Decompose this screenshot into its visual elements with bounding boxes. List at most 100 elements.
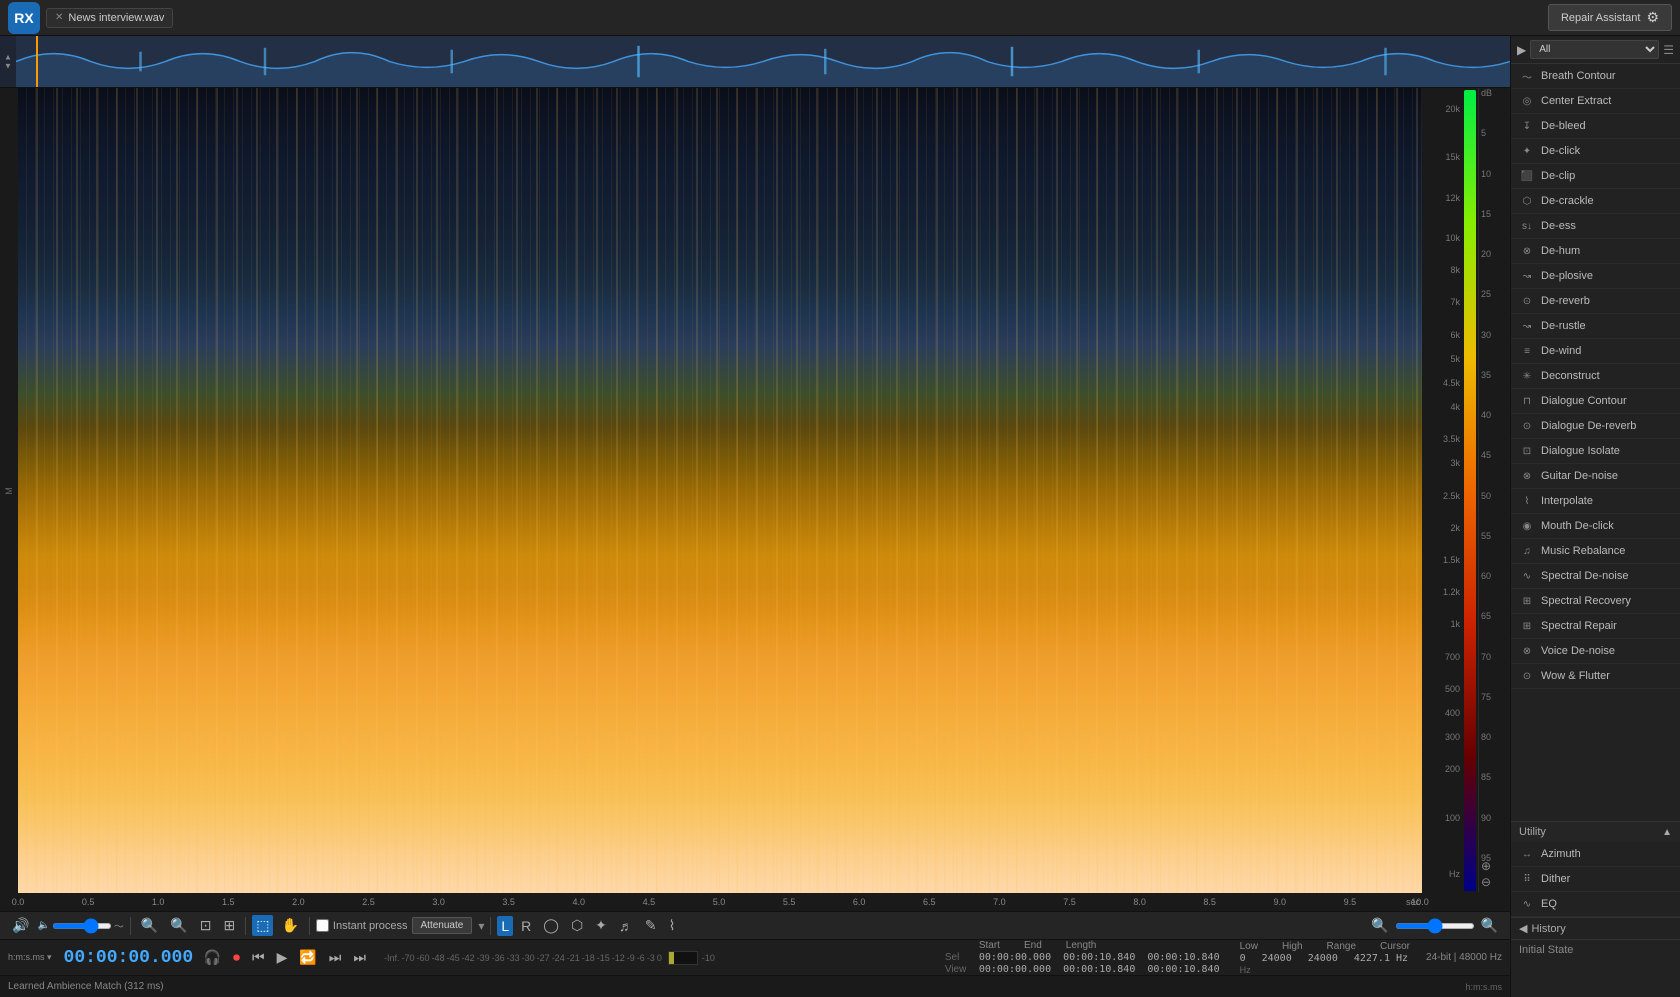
module-item-mouth-de-click[interactable]: ◉ Mouth De-click (1511, 514, 1680, 539)
panel-menu-icon[interactable]: ☰ (1663, 43, 1674, 57)
attenuate-button[interactable]: Attenuate (412, 917, 473, 934)
range-value: 24000 (1308, 953, 1338, 964)
volume-slider[interactable] (52, 923, 112, 929)
zoom-out-icon[interactable]: ⊖ (1481, 875, 1491, 889)
low-header: Low (1240, 941, 1258, 952)
go-to-start-button[interactable]: ⏮ (250, 947, 267, 968)
db-label-75: 75 (1481, 692, 1491, 702)
monitor-button[interactable]: 🔊 (8, 915, 33, 936)
pencil-tool-button[interactable]: ✎ (641, 915, 661, 936)
db-label-80: 80 (1481, 732, 1491, 742)
heal-button[interactable]: ⌇ (665, 915, 680, 936)
module-item-center-extract[interactable]: ◎ Center Extract (1511, 89, 1680, 114)
module-item-guitar-de-noise[interactable]: ⊗ Guitar De-noise (1511, 464, 1680, 489)
zoom-down-arrow[interactable]: ▼ (4, 62, 12, 70)
module-item-de-reverb[interactable]: ⊙ De-reverb (1511, 289, 1680, 314)
zoom-out-time-button[interactable]: 🔍 (166, 915, 191, 936)
db-label-65: 65 (1481, 611, 1491, 621)
module-label-de-hum: De-hum (1541, 245, 1580, 257)
to-end-button[interactable]: ⏭ (351, 947, 368, 968)
y-axis-left: M (0, 88, 18, 893)
zoom-up-arrow[interactable]: ▲ (4, 53, 12, 61)
view-row-label: View (945, 964, 975, 975)
de-clip-icon: ⬛ (1519, 168, 1535, 184)
hand-tool-button[interactable]: ✋ (277, 915, 302, 936)
time-label-4: 4.0 (573, 897, 586, 907)
module-item-de-wind[interactable]: ≡ De-wind (1511, 339, 1680, 364)
record-button[interactable]: ⏺ (231, 947, 242, 968)
lasso-tool-button[interactable]: ◯ (539, 915, 563, 936)
freq-label-100: 100 (1445, 813, 1460, 823)
module-item-spectral-recovery[interactable]: ⊞ Spectral Recovery (1511, 589, 1680, 614)
module-item-de-crackle[interactable]: ⬡ De-crackle (1511, 189, 1680, 214)
de-plosive-icon: ↝ (1519, 268, 1535, 284)
module-label-dialogue-contour: Dialogue Contour (1541, 395, 1627, 407)
utility-section: Utility ▲ ↔ Azimuth ⠿ Dither ∿ EQ (1511, 821, 1680, 917)
module-item-dither[interactable]: ⠿ Dither (1511, 867, 1680, 892)
module-item-de-rustle[interactable]: ↝ De-rustle (1511, 314, 1680, 339)
file-tab[interactable]: ✕ News interview.wav (46, 8, 173, 28)
zoom-selection-button[interactable]: ⊞ (220, 915, 240, 936)
repair-assistant-button[interactable]: Repair Assistant ⚙ (1548, 4, 1672, 31)
db-neg-70: -70 (402, 953, 415, 963)
history-item-initial[interactable]: Initial State (1511, 940, 1680, 960)
skip-back-button[interactable]: ⏭ (327, 947, 344, 968)
db-neg-inf: -Inf. (384, 953, 400, 963)
panel-play-icon[interactable]: ▶ (1517, 43, 1526, 57)
module-item-music-rebalance[interactable]: ♫ Music Rebalance (1511, 539, 1680, 564)
module-item-breath-contour[interactable]: 〜 Breath Contour (1511, 64, 1680, 89)
waveform-overview-inner[interactable] (16, 36, 1510, 87)
zoom-out-freq-button[interactable]: 🔍 (1367, 915, 1392, 936)
module-item-deconstruct[interactable]: ✳ Deconstruct (1511, 364, 1680, 389)
waveform-overview[interactable]: ▲ ▼ (0, 36, 1510, 88)
tab-close-icon[interactable]: ✕ (55, 12, 63, 23)
harmonic-tool-button[interactable]: ♬ (615, 916, 637, 936)
module-item-de-click[interactable]: ✦ De-click (1511, 139, 1680, 164)
module-item-de-clip[interactable]: ⬛ De-clip (1511, 164, 1680, 189)
spectrogram-wrapper[interactable]: M 20k 15k 12k 10k 8k 7k 6k 5k 4.5k (0, 88, 1510, 893)
play-pause-button[interactable]: ▶ (275, 947, 290, 968)
module-item-voice-de-noise[interactable]: ⊗ Voice De-noise (1511, 639, 1680, 664)
module-item-eq[interactable]: ∿ EQ (1511, 892, 1680, 917)
module-label-interpolate: Interpolate (1541, 495, 1593, 507)
bottom-toolbar: 🔊 🔈 〜 🔍 🔍 ⊡ ⊞ ⬚ ✋ Instant process (0, 911, 1510, 939)
headphones-button[interactable]: 🎧 (202, 947, 223, 968)
utility-header[interactable]: Utility ▲ (1511, 822, 1680, 842)
module-item-dialogue-contour[interactable]: ⊓ Dialogue Contour (1511, 389, 1680, 414)
zoom-in-icon[interactable]: ⊕ (1481, 859, 1491, 873)
zoom-in-freq-button[interactable]: 🔍 (1477, 915, 1502, 936)
separator-3 (309, 917, 310, 935)
view-start-value: 00:00:00.000 (979, 964, 1051, 975)
module-item-de-hum[interactable]: ⊗ De-hum (1511, 239, 1680, 264)
channel-left-button[interactable]: L (497, 916, 513, 936)
module-label-de-click: De-click (1541, 145, 1580, 157)
zoom-freq-slider[interactable] (1395, 923, 1475, 929)
high-value: 24000 (1262, 953, 1292, 964)
module-item-wow-flutter[interactable]: ⊙ Wow & Flutter (1511, 664, 1680, 689)
module-item-dialogue-isolate[interactable]: ⊡ Dialogue Isolate (1511, 439, 1680, 464)
module-item-de-plosive[interactable]: ↝ De-plosive (1511, 264, 1680, 289)
zoom-fit-button[interactable]: ⊡ (196, 915, 216, 936)
history-collapse-icon[interactable]: ◀ (1519, 922, 1527, 935)
spectrogram-container[interactable] (18, 88, 1422, 893)
zoom-in-time-button[interactable]: 🔍 (137, 915, 162, 936)
time-label-8-5: 8.5 (1203, 897, 1216, 907)
module-item-azimuth[interactable]: ↔ Azimuth (1511, 842, 1680, 867)
module-filter-dropdown[interactable]: All (1530, 40, 1659, 59)
channel-right-button[interactable]: R (517, 916, 535, 936)
brush-tool-button[interactable]: ⬡ (567, 915, 587, 936)
spectral-recovery-icon: ⊞ (1519, 593, 1535, 609)
module-item-de-ess[interactable]: s↓ De-ess (1511, 214, 1680, 239)
select-tool-button[interactable]: ⬚ (252, 915, 273, 936)
module-item-de-bleed[interactable]: ↧ De-bleed (1511, 114, 1680, 139)
module-item-spectral-repair[interactable]: ⊞ Spectral Repair (1511, 614, 1680, 639)
module-item-spectral-de-noise[interactable]: ∿ Spectral De-noise (1511, 564, 1680, 589)
module-item-dialogue-de-reverb[interactable]: ⊙ Dialogue De-reverb (1511, 414, 1680, 439)
time-label-2-5: 2.5 (362, 897, 375, 907)
attenuate-dropdown-icon[interactable]: ▾ (478, 919, 484, 933)
length-col-header: Length (1066, 940, 1097, 951)
loop-button[interactable]: 🔁 (297, 947, 318, 968)
magic-wand-button[interactable]: ✦ (591, 915, 611, 936)
module-item-interpolate[interactable]: ⌇ Interpolate (1511, 489, 1680, 514)
instant-process-checkbox[interactable] (316, 919, 329, 932)
